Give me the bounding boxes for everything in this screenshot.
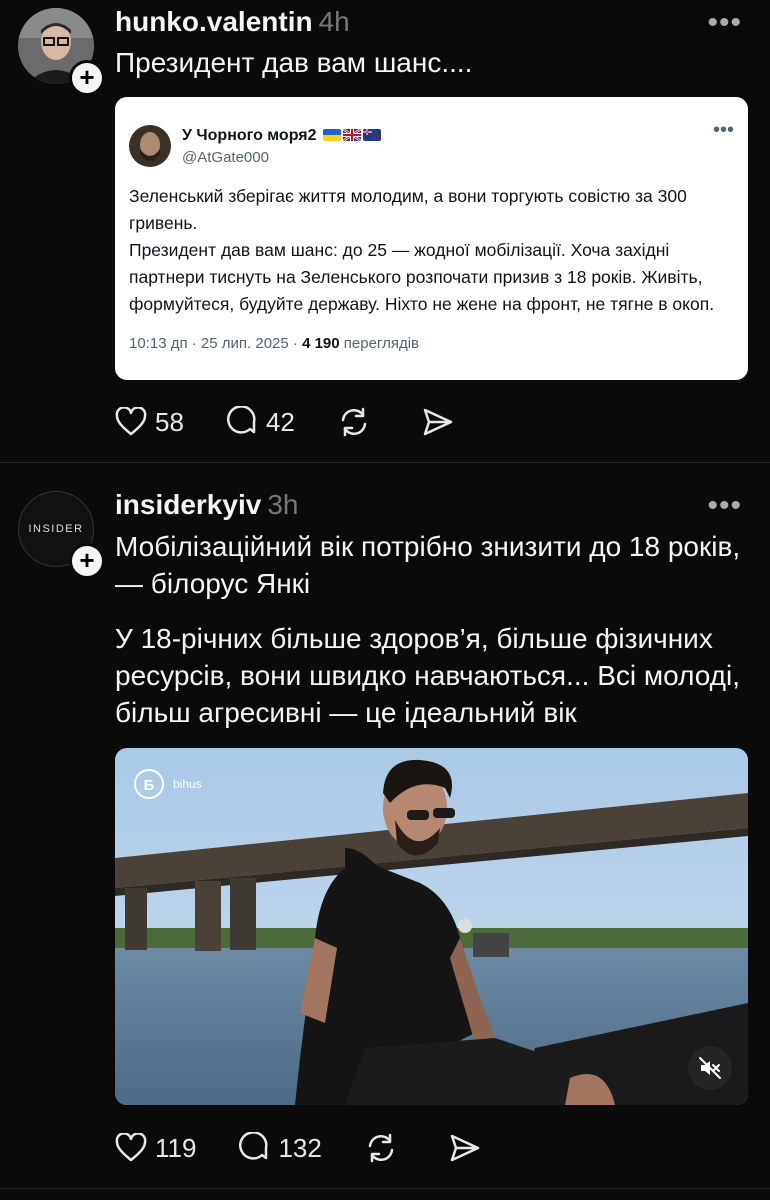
video-frame: Б bihus bbox=[115, 748, 748, 1105]
like-count: 119 bbox=[155, 1132, 197, 1163]
username-text[interactable]: insiderkyiv bbox=[115, 489, 261, 520]
avatar-logo-text: INSIDER bbox=[28, 523, 84, 535]
share-button[interactable] bbox=[421, 406, 463, 438]
username-text[interactable]: hunko.valentin bbox=[115, 6, 313, 37]
tweet-more-icon[interactable]: ••• bbox=[713, 119, 734, 142]
tweet-views-label: переглядів bbox=[339, 335, 419, 352]
comment-button[interactable]: 132 bbox=[238, 1132, 322, 1164]
post-divider bbox=[0, 1188, 770, 1189]
heart-icon bbox=[115, 407, 147, 436]
post-actions: 58 42 bbox=[115, 402, 505, 442]
post-actions: 119 132 bbox=[115, 1128, 532, 1168]
like-button[interactable]: 58 bbox=[115, 407, 184, 438]
tweet-author-name: У Чорного моря2 bbox=[182, 127, 381, 145]
tweet-views-count: 4 190 bbox=[302, 335, 340, 352]
follow-plus-button[interactable]: + bbox=[69, 60, 105, 96]
post-time: 4h bbox=[318, 6, 350, 37]
ukraine-flag-icon bbox=[322, 129, 341, 141]
like-count: 58 bbox=[155, 406, 184, 437]
comment-count: 132 bbox=[278, 1132, 322, 1163]
repost-button[interactable] bbox=[364, 1132, 406, 1164]
tweet-body: Зеленський зберігає життя молодим, а вон… bbox=[129, 186, 715, 314]
post-insiderkyiv: INSIDER + insiderkyiv 3h ••• Мобілізаційн… bbox=[0, 463, 770, 1200]
follow-plus-button[interactable]: + bbox=[69, 543, 105, 579]
tweet-avatar bbox=[129, 125, 171, 167]
post-time: 3h bbox=[267, 489, 299, 520]
repost-icon bbox=[368, 1133, 394, 1163]
post-text-headline: Мобілізаційний вік потрібно знизити до 1… bbox=[115, 531, 741, 599]
tweet-author-name-text: У Чорного моря2 bbox=[182, 127, 317, 144]
heart-icon bbox=[115, 1133, 147, 1162]
post-hunko: + hunko.valentin 4h ••• Президент дав вам… bbox=[0, 0, 770, 462]
share-icon bbox=[450, 1134, 480, 1162]
comment-icon bbox=[239, 1132, 268, 1160]
username[interactable]: insiderkyiv 3h bbox=[115, 489, 298, 521]
username[interactable]: hunko.valentin 4h bbox=[115, 6, 350, 38]
post-text: Президент дав вам шанс.... bbox=[115, 47, 473, 78]
more-icon[interactable]: ••• bbox=[707, 489, 742, 523]
quoted-tweet-card[interactable]: У Чорного моря2 @AtGate000 ••• Зеленськи… bbox=[115, 97, 748, 380]
comment-button[interactable]: 42 bbox=[226, 406, 295, 438]
comment-icon bbox=[226, 406, 256, 434]
video-watermark: bihus bbox=[173, 777, 202, 791]
tweet-meta: 10:13 дп · 25 лип. 2025 · 4 190 перегляд… bbox=[129, 335, 419, 352]
nz-flag-icon bbox=[362, 129, 381, 141]
comment-count: 42 bbox=[265, 406, 295, 437]
uk-flag-icon bbox=[342, 129, 361, 141]
like-button[interactable]: 119 bbox=[115, 1133, 196, 1164]
repost-icon bbox=[341, 407, 367, 437]
tweet-handle: @AtGate000 bbox=[182, 149, 269, 166]
share-icon bbox=[423, 408, 453, 436]
video-player[interactable]: Б bihus bbox=[115, 748, 748, 1105]
video-logo: Б bbox=[144, 777, 155, 794]
share-button[interactable] bbox=[448, 1132, 490, 1164]
mute-icon[interactable] bbox=[698, 1056, 722, 1080]
more-icon[interactable]: ••• bbox=[707, 6, 742, 40]
tweet-timestamp: 10:13 дп · 25 лип. 2025 · bbox=[129, 335, 303, 352]
post-text-quote: У 18-річних більше здоров’я, більше фізи… bbox=[115, 623, 741, 728]
repost-button[interactable] bbox=[337, 406, 379, 438]
